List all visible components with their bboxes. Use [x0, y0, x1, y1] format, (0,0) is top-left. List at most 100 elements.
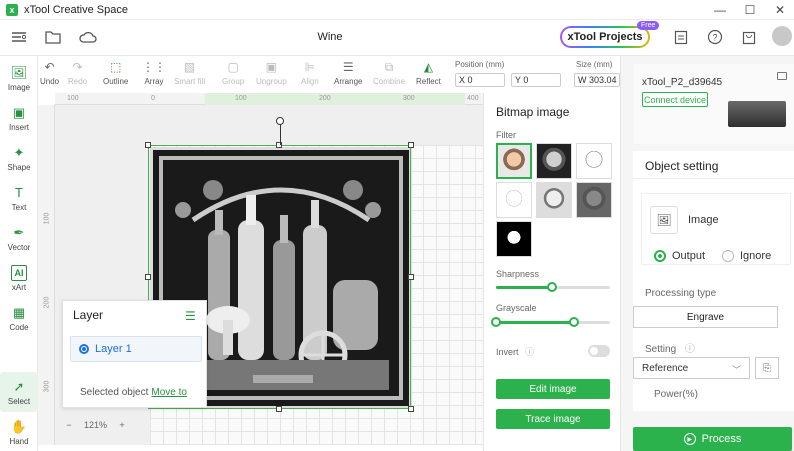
minimize-button[interactable]: — — [706, 0, 734, 20]
combine-button[interactable]: ⧉ Combine — [373, 60, 405, 87]
sharpness-knob[interactable] — [546, 282, 557, 292]
tool-hand[interactable]: ✋ Hand — [0, 412, 38, 451]
ruler-tick: 100 — [67, 95, 79, 102]
bitmap-panel: Bitmap image Filter Sharpness Grayscale … — [483, 93, 620, 451]
filter-thumb-threshold[interactable] — [496, 221, 532, 257]
tool-shape[interactable]: ✦ Shape — [0, 138, 38, 178]
tool-insert[interactable]: ▣ Insert — [0, 98, 38, 138]
help-icon[interactable]: ? — [704, 26, 726, 48]
output-radio[interactable]: Output — [654, 250, 705, 262]
clipboard-icon[interactable] — [670, 26, 692, 48]
rotate-line — [280, 125, 281, 145]
tool-label: Code — [9, 322, 29, 332]
outline-icon: ⬚ — [110, 60, 122, 74]
device-name: xTool_P2_d39645 — [642, 77, 723, 88]
ungroup-button[interactable]: ▣ Ungroup — [256, 60, 287, 86]
pen-icon: ✒ — [13, 224, 25, 240]
maximize-button[interactable]: ☐ — [736, 0, 764, 20]
grayscale-fill — [496, 321, 574, 324]
setting-select[interactable]: Reference ﹀ — [633, 357, 750, 379]
resize-handle[interactable] — [145, 142, 151, 148]
tool-label: Array — [144, 77, 164, 86]
filter-thumb-lineart[interactable] — [496, 182, 532, 218]
grayscale-knob-low[interactable] — [491, 317, 501, 327]
cursor-icon: ➚ — [13, 378, 25, 394]
edit-image-button[interactable]: Edit image — [496, 379, 610, 399]
smart-fill-button[interactable]: ▧ Smart fill — [174, 60, 205, 86]
grayscale-slider[interactable] — [491, 317, 610, 327]
filter-thumb-sketch[interactable] — [576, 143, 612, 179]
device-settings-icon[interactable] — [777, 72, 787, 80]
tool-select[interactable]: ➚ Select — [0, 372, 38, 412]
ignore-radio-circle[interactable] — [722, 250, 734, 262]
trace-image-button[interactable]: Trace image — [496, 409, 610, 429]
setting-label: Setting ⓘ — [645, 340, 695, 355]
arrange-button[interactable]: ☰ Arrange — [334, 60, 362, 86]
output-radio-circle[interactable] — [654, 250, 666, 262]
layer-radio[interactable] — [79, 344, 89, 354]
filter-label: Filter — [496, 130, 516, 140]
resize-handle[interactable] — [408, 274, 414, 280]
resize-handle[interactable] — [145, 274, 151, 280]
ai-icon: AI — [11, 264, 27, 281]
sharpness-slider[interactable] — [496, 282, 610, 292]
filter-thumb-soft[interactable] — [536, 182, 572, 218]
process-button[interactable]: ▶ Process — [633, 427, 792, 451]
tool-vector[interactable]: ✒ Vector — [0, 218, 38, 258]
tool-label: Outline — [103, 77, 129, 86]
shop-icon[interactable] — [738, 26, 760, 48]
ignore-radio[interactable]: Ignore — [722, 250, 771, 262]
align-button[interactable]: ⊫ Align — [301, 60, 319, 86]
layer-item[interactable]: Layer 1 — [70, 336, 202, 362]
array-button[interactable]: ⋮⋮ Array — [142, 60, 166, 86]
left-toolbar: 🖼 Image ▣ Insert ✦ Shape T Text ✒ Vector… — [0, 56, 38, 451]
grayscale-knob-high[interactable] — [568, 317, 579, 327]
ruler-tick: 200 — [319, 95, 331, 102]
undo-button[interactable]: ↶ Undo — [40, 60, 59, 86]
filter-thumb-grayscale[interactable] — [536, 143, 572, 179]
rotate-handle[interactable] — [276, 117, 284, 125]
grayscale-label: Grayscale — [496, 303, 537, 313]
connect-device-button[interactable]: Connect device — [642, 92, 708, 107]
zoom-out-button[interactable]: − — [62, 420, 76, 430]
material-library-button[interactable]: ⎘ — [755, 357, 779, 379]
size-w-input[interactable]: W 303.04 — [574, 73, 620, 87]
filter-thumb-emboss[interactable] — [576, 182, 612, 218]
tool-label: Align — [301, 77, 319, 86]
resize-handle[interactable] — [408, 406, 414, 412]
array-icon: ⋮⋮ — [142, 60, 166, 74]
reflect-button[interactable]: ◭ Reflect — [416, 60, 441, 86]
laser-machine-image — [728, 101, 786, 127]
undo-icon: ↶ — [44, 60, 55, 74]
zoom-in-button[interactable]: + — [115, 420, 129, 430]
avatar[interactable] — [772, 26, 792, 46]
tool-code[interactable]: ▦ Code — [0, 298, 38, 338]
close-button[interactable]: ✕ — [766, 0, 794, 20]
engrave-button[interactable]: Engrave — [633, 306, 778, 328]
tool-image[interactable]: 🖼 Image — [0, 58, 38, 98]
filter-thumb-original[interactable] — [496, 143, 532, 179]
tool-text[interactable]: T Text — [0, 178, 38, 218]
move-to-link[interactable]: Move to — [151, 387, 187, 398]
ruler-tick: 300 — [403, 95, 415, 102]
right-panel: xTool_P2_d39645 Connect device Object se… — [620, 56, 794, 451]
position-y-input[interactable]: Y 0 — [511, 73, 561, 87]
setting-text: Setting — [645, 344, 677, 355]
object-type-label: Image — [688, 214, 719, 226]
tool-label: Arrange — [334, 77, 363, 86]
invert-toggle[interactable] — [588, 345, 610, 357]
tool-xart[interactable]: AI xArt — [0, 258, 38, 298]
outline-button[interactable]: ⬚ Outline — [103, 60, 128, 86]
power-label: Power(%) — [654, 389, 698, 400]
resize-handle[interactable] — [408, 142, 414, 148]
resize-handle[interactable] — [276, 142, 282, 148]
position-x-input[interactable]: X 0 — [455, 73, 505, 87]
layer-menu-icon[interactable]: ☰ — [185, 309, 196, 323]
redo-button[interactable]: ↷ Redo — [68, 60, 87, 86]
xtool-projects-button[interactable]: xTool Projects — [560, 26, 650, 48]
title-bar: x xTool Creative Space — ☐ ✕ — [0, 0, 794, 20]
play-icon: ▶ — [683, 433, 696, 445]
group-button[interactable]: ▢ Group — [222, 60, 244, 86]
resize-handle[interactable] — [276, 406, 282, 412]
smart-fill-icon: ▧ — [183, 60, 196, 74]
